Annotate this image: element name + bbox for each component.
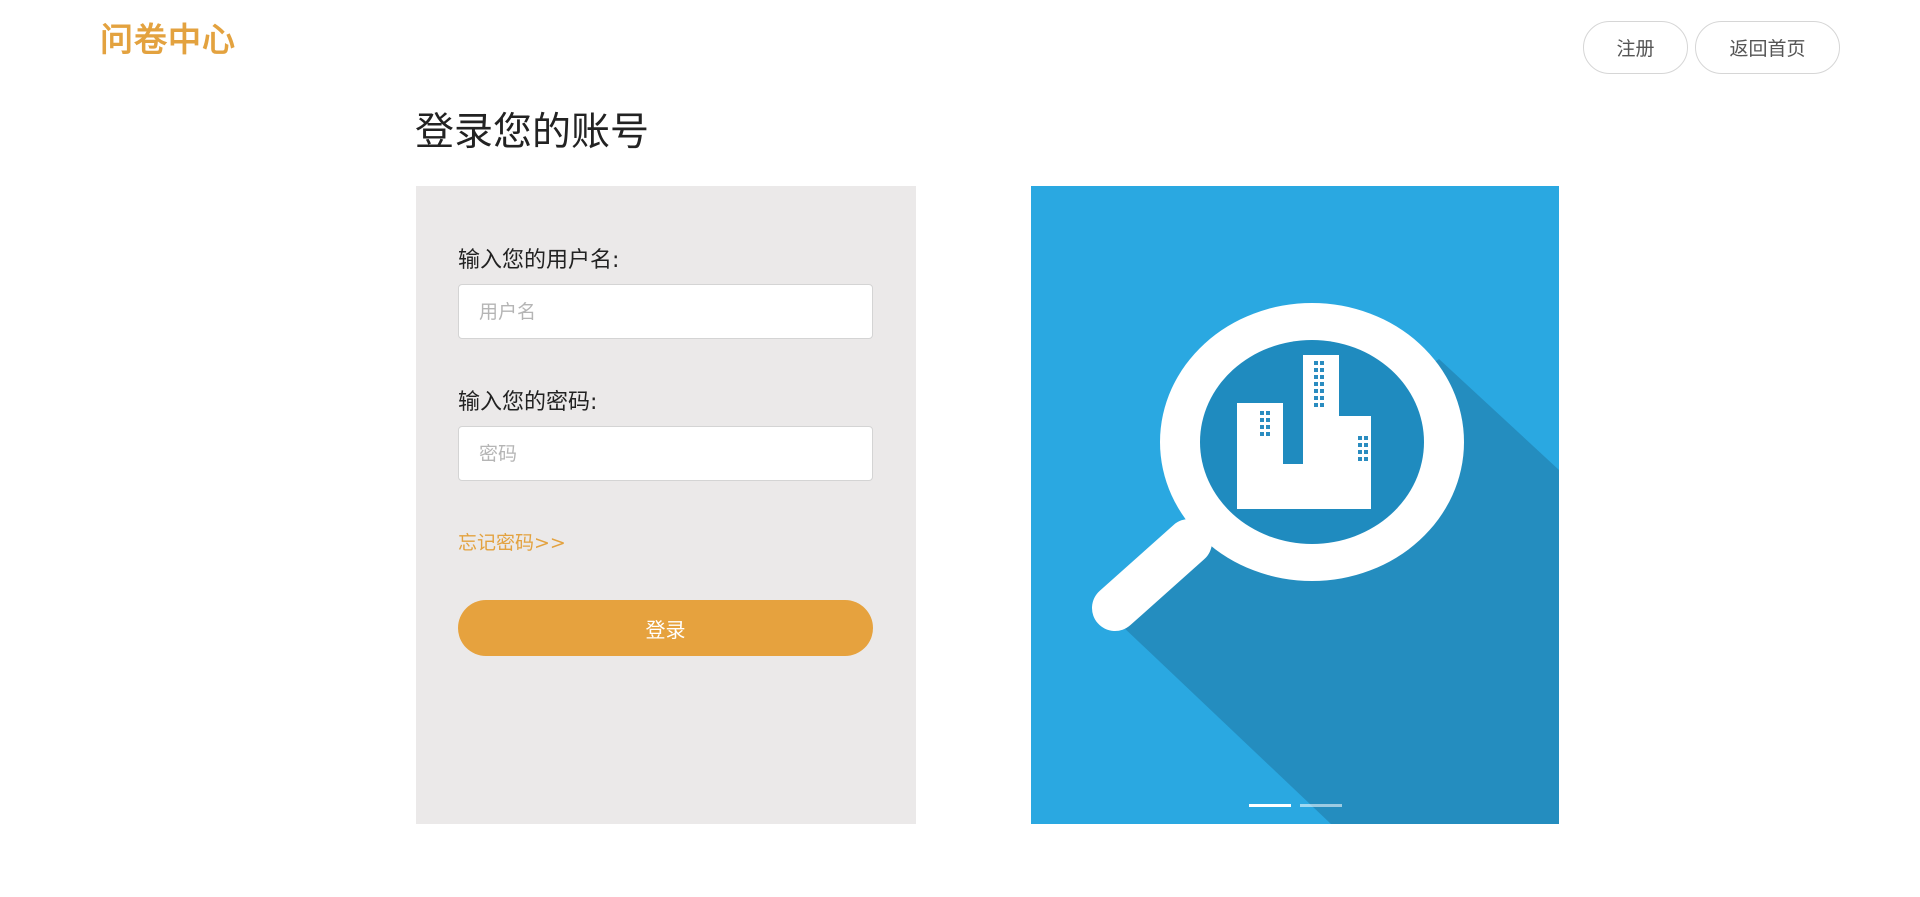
back-home-button[interactable]: 返回首页 <box>1695 21 1840 74</box>
carousel-dot-1[interactable] <box>1249 804 1291 807</box>
page-title: 登录您的账号 <box>415 110 650 155</box>
username-label: 输入您的用户名: <box>458 248 620 273</box>
login-button[interactable]: 登录 <box>458 600 873 656</box>
username-input[interactable] <box>458 284 873 339</box>
carousel-dot-2[interactable] <box>1300 804 1342 807</box>
logo[interactable]: 问卷中心 <box>100 18 236 62</box>
forgot-password-link[interactable]: 忘记密码>> <box>458 528 566 555</box>
password-label: 输入您的密码: <box>458 390 598 415</box>
image-carousel[interactable] <box>1031 186 1559 824</box>
register-button[interactable]: 注册 <box>1583 21 1688 74</box>
login-panel: 输入您的用户名: 输入您的密码: 忘记密码>> 登录 <box>416 186 916 824</box>
magnifier-buildings-icon <box>1092 303 1559 824</box>
password-input[interactable] <box>458 426 873 481</box>
